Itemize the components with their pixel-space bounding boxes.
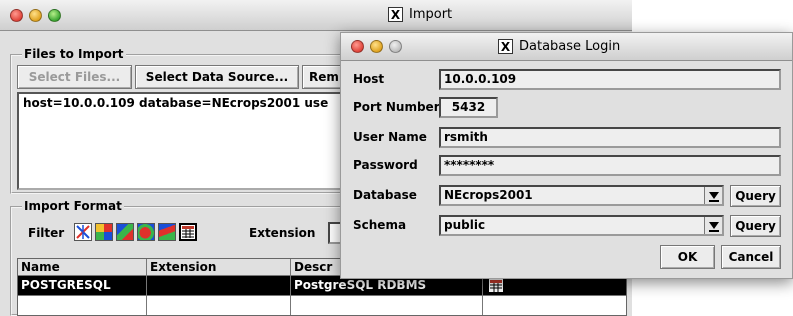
import-format-label: Import Format <box>22 199 124 213</box>
database-value: NEcrops2001 <box>444 188 533 202</box>
cancel-button[interactable]: Cancel <box>721 245 781 269</box>
row-extension <box>147 276 291 295</box>
select-files-button[interactable]: Select Files... <box>17 65 132 89</box>
host-label: Host <box>353 72 385 86</box>
user-name-field[interactable]: rsmith <box>439 127 781 148</box>
column-header-name[interactable]: Name <box>18 259 147 276</box>
filter-label: Filter <box>28 226 65 240</box>
host-field[interactable]: 10.0.0.109 <box>439 69 781 90</box>
database-login-dialog: X Database Login Host 10.0.0.109 Port Nu… <box>340 32 793 279</box>
polygon-icon[interactable] <box>137 223 155 241</box>
column-header-extension[interactable]: Extension <box>147 259 291 276</box>
port-label: Port Number <box>353 100 440 114</box>
minimize-window-icon[interactable] <box>29 9 42 22</box>
table-row-empty[interactable] <box>18 295 626 315</box>
database-label: Database <box>353 188 417 202</box>
close-window-icon[interactable] <box>10 9 23 22</box>
login-titlebar[interactable]: X Database Login <box>341 33 792 61</box>
chevron-down-icon[interactable] <box>704 187 722 204</box>
zoom-window-icon[interactable] <box>48 9 61 22</box>
file-list-item[interactable]: host=10.0.0.109 database=NEcrops2001 use <box>23 96 328 110</box>
extension-label: Extension <box>249 226 316 240</box>
region-icon[interactable] <box>158 223 176 241</box>
select-data-source-button[interactable]: Select Data Source... <box>135 65 299 89</box>
row-name: POSTGRESQL <box>18 276 147 295</box>
minimize-window-icon[interactable] <box>370 40 383 53</box>
x11-app-icon: X <box>498 39 513 54</box>
password-label: Password <box>353 158 418 172</box>
login-title: X Database Login <box>498 39 620 54</box>
password-field[interactable]: ******** <box>439 155 781 176</box>
chevron-down-icon[interactable] <box>704 217 722 234</box>
map-layer-icon[interactable] <box>116 223 134 241</box>
zoom-window-icon[interactable] <box>389 40 402 53</box>
empty-cell <box>291 296 483 315</box>
login-title-text: Database Login <box>519 39 621 54</box>
import-titlebar[interactable]: X Import <box>0 0 632 31</box>
port-field[interactable]: 5432 <box>439 97 498 118</box>
import-title-text: Import <box>409 7 453 22</box>
empty-cell <box>18 296 147 315</box>
table-icon[interactable] <box>179 223 197 241</box>
raster-grid-icon[interactable] <box>95 223 113 241</box>
window-controls <box>351 40 402 53</box>
empty-cell <box>147 296 291 315</box>
close-window-icon[interactable] <box>351 40 364 53</box>
files-to-import-label: Files to Import <box>22 47 126 61</box>
import-title: X Import <box>388 7 452 22</box>
user-name-label: User Name <box>353 130 427 144</box>
schema-label: Schema <box>353 218 407 232</box>
query-schema-button[interactable]: Query <box>730 215 781 237</box>
empty-cell <box>483 296 626 315</box>
x11-app-icon: X <box>388 7 403 22</box>
query-database-button[interactable]: Query <box>730 185 781 207</box>
schema-select[interactable]: public <box>439 215 724 236</box>
ok-button[interactable]: OK <box>660 245 715 269</box>
table-icon <box>489 278 503 292</box>
window-controls <box>10 9 61 22</box>
vector-filter-icon[interactable] <box>74 223 92 241</box>
schema-value: public <box>444 218 486 232</box>
database-select[interactable]: NEcrops2001 <box>439 185 724 206</box>
filter-icon-bar <box>74 223 197 241</box>
